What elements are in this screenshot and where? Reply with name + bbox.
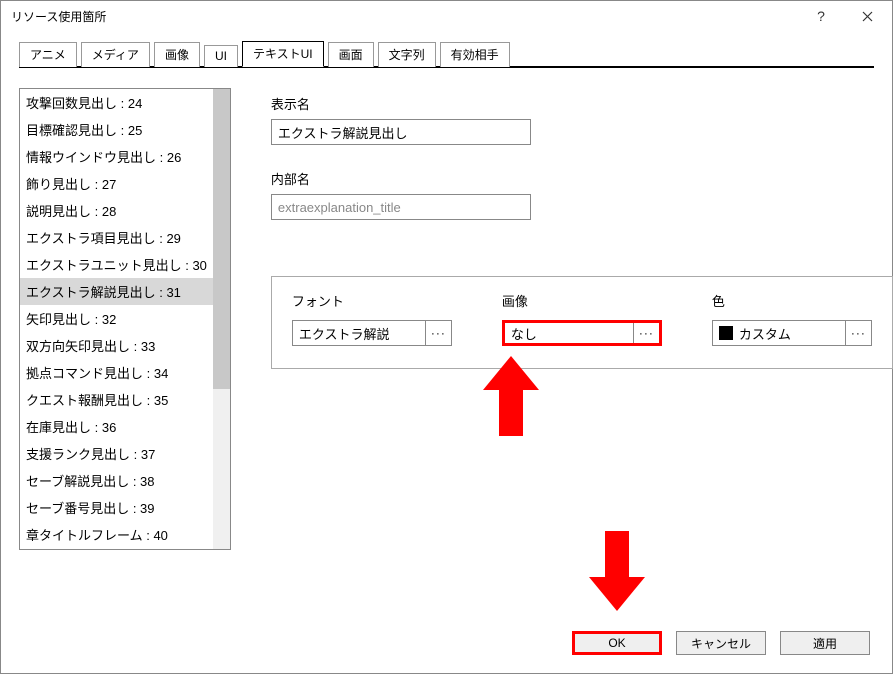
close-button[interactable]: [844, 1, 890, 31]
list-item[interactable]: 在庫見出し : 36: [20, 413, 213, 440]
list-item[interactable]: 目標確認見出し : 25: [20, 116, 213, 143]
window-title: リソース使用箇所: [11, 8, 798, 25]
list-item[interactable]: 攻撃回数見出し : 24: [20, 89, 213, 116]
list-item[interactable]: 章タイトルフレーム : 40: [20, 521, 213, 548]
font-label: フォント: [292, 291, 452, 310]
color-more-button[interactable]: ···: [845, 321, 871, 345]
property-group: フォント エクストラ解説 ··· 画像 なし ··· 色: [271, 276, 893, 369]
tab-4[interactable]: テキストUI: [242, 41, 324, 67]
image-more-button[interactable]: ···: [633, 323, 659, 343]
scrollbar[interactable]: [213, 89, 230, 549]
internal-name-label: 内部名: [271, 169, 893, 188]
image-picker[interactable]: なし ···: [502, 320, 662, 346]
list-item[interactable]: シンプルフレーム : 41: [20, 548, 213, 549]
image-label: 画像: [502, 291, 662, 310]
display-name-label: 表示名: [271, 94, 893, 113]
list[interactable]: 攻撃回数見出し : 24目標確認見出し : 25情報ウインドウ見出し : 26飾…: [20, 89, 213, 549]
color-value-text: カスタム: [739, 324, 791, 343]
list-item[interactable]: エクストラ項目見出し : 29: [20, 224, 213, 251]
tab-3[interactable]: UI: [204, 45, 238, 67]
close-icon: [862, 11, 873, 22]
tab-2[interactable]: 画像: [154, 42, 200, 67]
list-item[interactable]: 説明見出し : 28: [20, 197, 213, 224]
list-item[interactable]: 情報ウインドウ見出し : 26: [20, 143, 213, 170]
cancel-button[interactable]: キャンセル: [676, 631, 766, 655]
tab-1[interactable]: メディア: [81, 42, 150, 67]
tab-6[interactable]: 文字列: [378, 42, 436, 67]
list-item[interactable]: エクストラユニット見出し : 30: [20, 251, 213, 278]
list-item[interactable]: 拠点コマンド見出し : 34: [20, 359, 213, 386]
list-box: 攻撃回数見出し : 24目標確認見出し : 25情報ウインドウ見出し : 26飾…: [19, 88, 231, 550]
help-button[interactable]: ?: [798, 1, 844, 31]
scroll-thumb[interactable]: [213, 89, 230, 389]
font-more-button[interactable]: ···: [425, 321, 451, 345]
list-item[interactable]: セーブ番号見出し : 39: [20, 494, 213, 521]
font-value: エクストラ解説: [293, 324, 425, 343]
list-item[interactable]: 飾り見出し : 27: [20, 170, 213, 197]
color-swatch: [719, 326, 733, 340]
list-item[interactable]: セーブ解説見出し : 38: [20, 467, 213, 494]
tab-bar: アニメメディア画像UIテキストUI画面文字列有効相手: [19, 41, 874, 67]
color-label: 色: [712, 291, 872, 310]
tab-0[interactable]: アニメ: [19, 42, 77, 67]
apply-button[interactable]: 適用: [780, 631, 870, 655]
display-name-input[interactable]: [271, 119, 531, 145]
list-item[interactable]: 双方向矢印見出し : 33: [20, 332, 213, 359]
image-value: なし: [505, 324, 633, 343]
tab-5[interactable]: 画面: [328, 42, 374, 67]
list-item[interactable]: 矢印見出し : 32: [20, 305, 213, 332]
tab-7[interactable]: 有効相手: [440, 42, 510, 67]
list-item[interactable]: 支援ランク見出し : 37: [20, 440, 213, 467]
ok-button[interactable]: OK: [572, 631, 662, 655]
list-item[interactable]: クエスト報酬見出し : 35: [20, 386, 213, 413]
internal-name-input: [271, 194, 531, 220]
font-picker[interactable]: エクストラ解説 ···: [292, 320, 452, 346]
list-item[interactable]: エクストラ解説見出し : 31: [20, 278, 213, 305]
color-picker[interactable]: カスタム ···: [712, 320, 872, 346]
titlebar: リソース使用箇所 ?: [1, 1, 892, 31]
color-value: カスタム: [713, 324, 845, 343]
